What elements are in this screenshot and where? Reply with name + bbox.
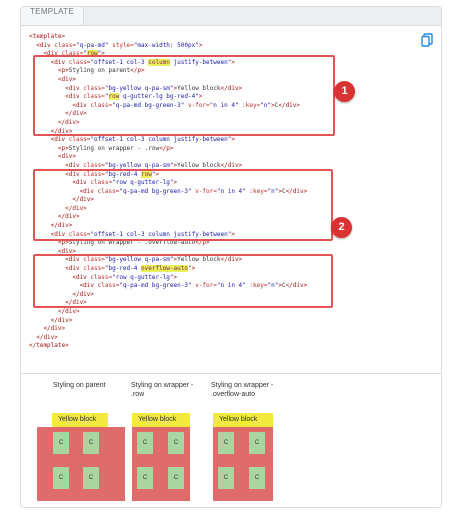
code-token: </div>	[220, 161, 243, 169]
green-cell: C	[218, 467, 234, 489]
green-cell: C	[137, 467, 153, 489]
demo-styling-wrapper-row: Styling on wrapper - .row	[131, 381, 201, 399]
code-token: </div>	[29, 308, 80, 315]
highlight-box-1	[33, 55, 335, 136]
code-example-panel: TEMPLATE <template> <div class="q-pa-md"…	[20, 6, 442, 508]
code-token: <template>	[29, 33, 66, 40]
code-token: "q-pa-md"	[75, 41, 109, 49]
code-line: <div class="q-pa-md" style="max-width: 5…	[29, 42, 417, 51]
yellow-block: Yellow block	[52, 413, 108, 427]
code-line: <p>Styling on wrapper - .row</p>	[29, 145, 417, 154]
code-line: </template>	[29, 342, 417, 351]
code-token: style=	[108, 41, 134, 49]
annotation-badge-1: 1	[334, 81, 355, 102]
green-cell: C	[53, 432, 69, 454]
yellow-block: Yellow block	[132, 413, 190, 427]
code-token: <div	[29, 136, 69, 144]
green-cell: C	[137, 432, 153, 454]
yellow-block: Yellow block	[213, 413, 273, 427]
green-cell: C	[168, 467, 184, 489]
demo-caption: Styling on parent	[53, 382, 106, 389]
demo-styling-wrapper-overflow: Styling on wrapper - .overflow-auto	[211, 381, 285, 399]
code-token: </div>	[29, 333, 58, 341]
green-cell: C	[249, 432, 265, 454]
code-token: Styling on wrapper - .row	[68, 144, 160, 152]
code-token: "bg-yellow q-pa-sm"	[104, 161, 174, 169]
tab-bar: TEMPLATE	[21, 7, 441, 26]
code-line: <div>	[29, 153, 417, 162]
green-cell: C	[53, 467, 69, 489]
code-token: class=	[83, 161, 105, 169]
code-token: Yellow block	[177, 161, 221, 169]
code-line: </div>	[29, 325, 417, 334]
divider	[21, 373, 441, 374]
green-cell: C	[249, 467, 265, 489]
tab-template[interactable]: TEMPLATE	[21, 7, 85, 25]
code-token: </template>	[29, 342, 69, 350]
annotation-badge-2: 2	[331, 217, 352, 238]
code-token: </div>	[29, 325, 66, 333]
code-line: </div>	[29, 317, 417, 326]
green-cell: C	[218, 432, 234, 454]
green-cell: C	[168, 432, 184, 454]
code-token: </div>	[29, 316, 73, 324]
code-token: "offset-1 col-3 column justify-between"	[90, 136, 232, 144]
highlight-box-3	[33, 254, 333, 308]
red-block	[37, 427, 125, 501]
code-line: </div>	[29, 308, 417, 317]
demo-styling-parent: Styling on parent	[39, 381, 109, 390]
demo-caption: Styling on wrapper - .row	[131, 382, 194, 398]
code-line: <template>	[29, 33, 417, 42]
code-token: <div	[29, 161, 84, 169]
green-cell: C	[83, 432, 99, 454]
code-line: <div class="offset-1 col-3 column justif…	[29, 136, 417, 145]
code-token: class=	[68, 136, 91, 144]
green-cell: C	[83, 467, 99, 489]
demo-caption: Styling on wrapper - .overflow-auto	[211, 382, 274, 398]
code-token: <div	[29, 41, 55, 49]
copy-icon[interactable]	[421, 33, 433, 47]
code-token: class=	[54, 41, 76, 49]
highlight-box-2	[33, 169, 333, 241]
code-token: </p>	[159, 144, 174, 152]
code-line: </div>	[29, 334, 417, 343]
code-token: >	[198, 41, 203, 49]
code-token: <div>	[29, 153, 76, 161]
code-token: "max-width: 500px"	[133, 41, 199, 49]
code-token: >	[231, 136, 235, 144]
code-token: <p>	[29, 144, 69, 152]
